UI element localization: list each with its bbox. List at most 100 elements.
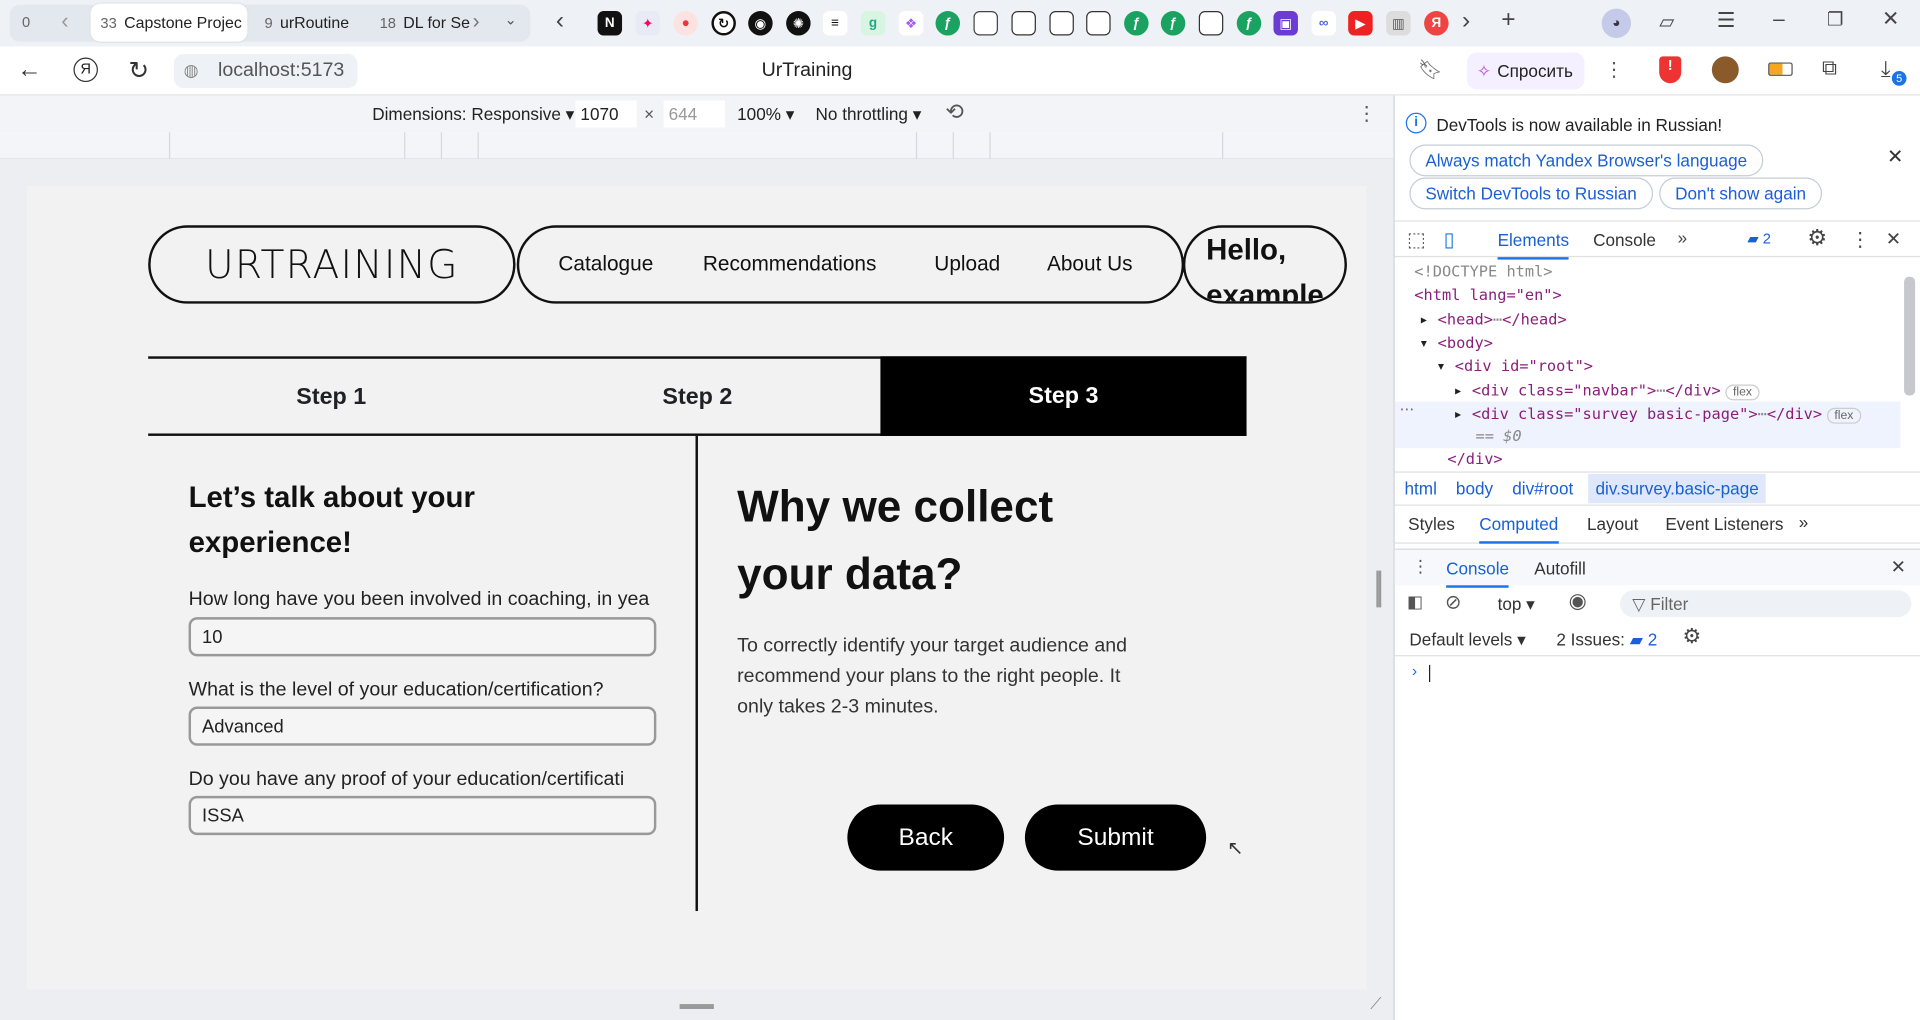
url-field[interactable]: ◍ localhost:5173 xyxy=(173,53,358,89)
more-tabs-icon[interactable]: » xyxy=(1799,512,1809,532)
step-2[interactable]: Step 2 xyxy=(514,359,880,437)
dont-show-again-button[interactable]: Don't show again xyxy=(1659,177,1823,210)
feather-icon[interactable]: ƒ xyxy=(1124,11,1149,36)
crumb-body[interactable]: body xyxy=(1456,479,1493,499)
bookmark-icon[interactable]: 🔖︎ xyxy=(1418,58,1443,82)
more-vert-icon[interactable]: ⋮ xyxy=(1604,58,1624,82)
extensions-icon[interactable]: ⧉ xyxy=(1822,56,1837,80)
tabs-scroll-left-icon[interactable]: ‹ xyxy=(61,9,68,35)
nav-upload[interactable]: Upload xyxy=(934,252,1000,276)
device-toggle-icon[interactable]: ▯ xyxy=(1444,228,1455,252)
tab-event-listeners[interactable]: Event Listeners xyxy=(1665,514,1783,534)
tab-capstone[interactable]: 33 Capstone Projec xyxy=(90,3,248,42)
settings-gear-icon[interactable]: ⚙ xyxy=(1807,225,1827,251)
issues-indicator[interactable]: ▰ 2 xyxy=(1747,230,1771,247)
resize-corner-icon[interactable]: ⟋ xyxy=(1370,994,1381,1014)
github-icon[interactable]: ◉ xyxy=(748,11,773,36)
tab-elements[interactable]: Elements xyxy=(1497,230,1570,260)
misc-icon[interactable]: ▥ xyxy=(1386,11,1411,36)
crumb-html[interactable]: html xyxy=(1405,479,1437,499)
battery-icon[interactable] xyxy=(1768,62,1793,76)
back-button[interactable]: Back xyxy=(847,804,1005,871)
green-app-icon[interactable]: g xyxy=(860,11,886,36)
twitch-icon[interactable]: ▣ xyxy=(1273,11,1298,36)
tab-console[interactable]: Console xyxy=(1593,230,1656,250)
nav-catalogue[interactable]: Catalogue xyxy=(558,252,653,276)
console-settings-icon[interactable]: ⚙ xyxy=(1682,624,1701,648)
profile-icon[interactable]: ◕ xyxy=(1601,8,1632,38)
crumb-survey[interactable]: div.survey.basic-page xyxy=(1588,473,1767,504)
dom-head[interactable]: ▸ <head>⋯</head> xyxy=(1419,310,1566,328)
context-dropdown[interactable]: top ▾ xyxy=(1498,594,1535,615)
nav-recommendations[interactable]: Recommendations xyxy=(703,252,877,276)
submit-button[interactable]: Submit xyxy=(1024,804,1207,871)
more-tabs-icon[interactable]: » xyxy=(1678,228,1688,248)
close-drawer-icon[interactable]: ✕ xyxy=(1891,556,1906,578)
cookie-icon[interactable] xyxy=(1711,56,1739,84)
dom-scrollbar[interactable] xyxy=(1904,276,1916,396)
chevron-left-icon[interactable]: ‹ xyxy=(556,7,564,35)
switch-russian-button[interactable]: Switch DevTools to Russian xyxy=(1409,177,1653,210)
collections-icon[interactable]: ▱ xyxy=(1659,10,1674,34)
notion-icon[interactable]: N xyxy=(597,11,623,36)
chevron-down-icon[interactable]: ⌄ xyxy=(504,11,516,28)
education-level-input[interactable]: Advanced xyxy=(188,706,657,746)
eye-icon[interactable]: ◉ xyxy=(1569,589,1587,613)
dom-html[interactable]: <html lang="en"> xyxy=(1414,285,1561,303)
throttling-dropdown[interactable]: No throttling ▾ xyxy=(816,104,922,125)
tab-urroutine[interactable]: 9 urRoutine xyxy=(255,4,368,42)
issues-label[interactable]: 2 Issues: xyxy=(1556,629,1625,649)
sidebar-toggle-icon[interactable]: ◧ xyxy=(1407,591,1423,612)
shield-icon[interactable]: ! xyxy=(1659,56,1682,84)
reload-icon[interactable]: ↻ xyxy=(129,55,150,86)
nav-about-us[interactable]: About Us xyxy=(1047,252,1133,276)
drawer-tab-autofill[interactable]: Autofill xyxy=(1534,558,1585,578)
width-input[interactable]: 1070 xyxy=(575,100,637,128)
drawer-tab-console[interactable]: Console xyxy=(1446,558,1510,588)
flex-badge[interactable]: flex xyxy=(1725,384,1760,401)
more-vert-icon[interactable]: ⋮ xyxy=(1357,102,1377,126)
ask-button[interactable]: ✧ Спросить xyxy=(1466,52,1585,90)
close-banner-icon[interactable]: ✕ xyxy=(1887,144,1903,168)
step-1[interactable]: Step 1 xyxy=(148,359,514,437)
dimensions-dropdown[interactable]: Dimensions: Responsive ▾ xyxy=(372,104,574,125)
doc-icon[interactable] xyxy=(1198,11,1224,36)
logo-pill[interactable]: URTRAINING xyxy=(148,225,516,304)
record-icon[interactable]: ● xyxy=(673,11,698,36)
drawer-menu-icon[interactable]: ⋮ xyxy=(1412,556,1429,577)
yandex-icon[interactable]: Я xyxy=(1424,11,1449,36)
openai-icon[interactable]: ✺ xyxy=(786,11,811,36)
tab-styles[interactable]: Styles xyxy=(1408,514,1455,534)
download-icon[interactable]: ⤓ xyxy=(1881,56,1891,82)
console-filter-input[interactable]: ▽ Filter xyxy=(1620,590,1912,618)
swirl-icon[interactable]: ∞ xyxy=(1311,11,1336,36)
doc-icon[interactable] xyxy=(1011,11,1036,36)
zoom-dropdown[interactable]: 100% ▾ xyxy=(737,104,794,125)
match-language-button[interactable]: Always match Yandex Browser's language xyxy=(1409,144,1764,177)
tab-dl[interactable]: 18 DL for Se xyxy=(370,4,485,42)
site-info-icon[interactable]: ◍ xyxy=(184,60,199,81)
menu-icon[interactable]: ☰ xyxy=(1717,9,1736,33)
step-3-active[interactable]: Step 3 xyxy=(880,356,1247,436)
close-window-icon[interactable]: ✕ xyxy=(1882,7,1899,31)
doc-icon[interactable] xyxy=(1086,11,1111,36)
dom-root[interactable]: ▾ <div id="root"> xyxy=(1436,356,1593,374)
dom-doctype[interactable]: <!DOCTYPE html> xyxy=(1414,262,1552,280)
feather-icon[interactable]: ƒ xyxy=(1236,11,1262,36)
dom-survey[interactable]: ▸ <div class="survey basic-page">⋯</div>… xyxy=(1453,404,1861,424)
back-arrow-icon[interactable]: ← xyxy=(17,56,41,84)
height-input[interactable]: 644 xyxy=(663,100,725,128)
console-input-area[interactable]: › xyxy=(1395,659,1920,1019)
refresh-app-icon[interactable]: ↻ xyxy=(711,11,736,36)
resize-handle-right[interactable] xyxy=(1376,570,1382,608)
flex-badge[interactable]: flex xyxy=(1827,407,1861,424)
inspect-icon[interactable]: ⬚ xyxy=(1407,228,1426,252)
user-greeting-pill[interactable]: Hello, example xyxy=(1182,225,1347,304)
dom-body[interactable]: ▾ <body> xyxy=(1419,333,1493,351)
figma-icon[interactable]: ❖ xyxy=(898,11,924,36)
feather-icon[interactable]: ƒ xyxy=(935,11,961,36)
minimize-icon[interactable]: – xyxy=(1773,7,1785,31)
coaching-years-input[interactable]: 10 xyxy=(188,617,657,657)
tab-layout[interactable]: Layout xyxy=(1587,514,1638,534)
clear-console-icon[interactable]: ⊘ xyxy=(1445,590,1461,614)
